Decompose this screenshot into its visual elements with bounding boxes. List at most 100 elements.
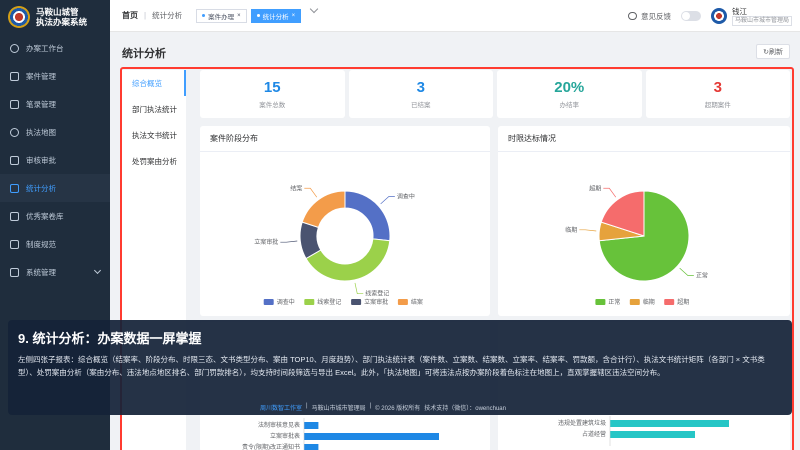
brand: 马鞍山城管 执法办案系统 [0, 0, 110, 34]
sidebar-item[interactable]: 制度规范 [0, 230, 110, 258]
kpi-value: 3 [713, 79, 722, 96]
kpi-label: 超期案件 [704, 102, 731, 109]
app-title-line1: 马鞍山城管 [36, 7, 79, 17]
theme-toggle[interactable] [680, 11, 701, 21]
sidebar-item[interactable]: 优秀案卷库 [0, 202, 110, 230]
legend-label[interactable]: 正常 [608, 298, 620, 306]
bar-label: 立案审批表 [270, 432, 300, 440]
label-line [304, 187, 318, 198]
legend-swatch[interactable] [629, 299, 640, 305]
card-title: 时限达标情况 [498, 126, 790, 152]
pie-slice[interactable] [344, 190, 391, 242]
kpi-label: 办结率 [559, 102, 580, 109]
subnav-overview[interactable]: 综合概览 [122, 70, 186, 96]
page-title: 统计分析 [122, 48, 166, 60]
stage-donut-chart: 调查中线索登记立案审批结案调查中 线索登记 立案审批 结案 [254, 184, 423, 306]
label-line [380, 196, 395, 205]
kpi-value: 20% [554, 79, 585, 96]
legend-swatch[interactable] [351, 299, 362, 305]
tab-label: 案件办理 [208, 13, 235, 21]
label-line [579, 229, 597, 232]
footer: 周川数智工作室 | 马鞍山市城市管理局 | © 2026 版权所有 技术支持（微… [260, 403, 506, 412]
kpi-total-cases: 15 案件总数 [200, 70, 345, 118]
feature-caption-overlay: 9. 统计分析：办案数据一屏掌握 左侧四张子报表：综合概览（结案率、阶段分布、时… [8, 320, 792, 415]
tab-statistics[interactable]: 统计分析 × [250, 8, 302, 23]
sidebar-item[interactable]: 系统管理 [0, 258, 110, 286]
close-icon[interactable]: × [292, 13, 296, 19]
label-line [354, 282, 364, 295]
sidebar-item-label: 案件管理 [26, 71, 56, 81]
label-line [603, 187, 617, 198]
footer-studio[interactable]: 周川数智工作室 [260, 403, 302, 412]
legend-swatch[interactable] [664, 299, 675, 305]
subnav-doc-stats[interactable]: 执法文书统计 [122, 122, 186, 148]
top-header: 首页 | 统计分析 案件办理 × 统计分析 × 意见反馈 钱江 马鞍山市城市管理… [110, 0, 800, 32]
pie-slice[interactable] [301, 190, 346, 228]
map-pin-icon [10, 127, 19, 137]
star-icon [10, 211, 19, 221]
subnav-penalty-cause[interactable]: 处罚案由分析 [122, 148, 186, 174]
sidebar-item[interactable]: 案件管理 [0, 62, 110, 90]
feedback-button[interactable]: 意见反馈 [627, 11, 671, 22]
bar[interactable] [304, 422, 319, 429]
legend-swatch[interactable] [595, 299, 606, 305]
kpi-value: 15 [263, 79, 281, 96]
deadline-card: 时限达标情况 正常 临期 超期 正常 临期 超期 [498, 126, 790, 316]
slice-label: 线索登记 [365, 290, 389, 298]
bar-label: 法制审核意见表 [258, 421, 300, 429]
caption-title: 9. 统计分析：办案数据一屏掌握 [18, 331, 202, 346]
tab-label: 统计分析 [262, 13, 289, 21]
sidebar-item[interactable]: 审核审批 [0, 146, 110, 174]
sidebar-item-label: 审核审批 [26, 155, 56, 165]
sidebar-item[interactable]: 笔录管理 [0, 90, 110, 118]
legend-label[interactable]: 立案审批 [364, 298, 388, 306]
legend-swatch[interactable] [397, 299, 408, 305]
feedback-label: 意见反馈 [640, 11, 671, 21]
legend-label[interactable]: 临期 [643, 298, 655, 306]
breadcrumb-home[interactable]: 首页 [122, 10, 138, 21]
tab-case-handling[interactable]: 案件办理 × [196, 8, 247, 23]
bar[interactable] [304, 444, 319, 450]
refresh-button[interactable]: ↻刷新 [756, 44, 790, 59]
footer-sep: | [369, 403, 372, 409]
sidebar-item-label: 办案工作台 [26, 43, 64, 53]
sidebar-item-label: 系统管理 [26, 267, 56, 277]
legend-label[interactable]: 调查中 [277, 298, 295, 306]
legend-label[interactable]: 线索登记 [317, 298, 341, 306]
dashboard-icon [10, 43, 19, 53]
slice-label: 超期 [589, 184, 601, 192]
slice-label: 立案审批 [254, 238, 278, 246]
bar[interactable] [304, 433, 439, 440]
legend-label[interactable]: 结案 [411, 298, 423, 306]
folder-icon [10, 71, 19, 81]
legend-label[interactable]: 超期 [677, 298, 689, 306]
slice-label: 调查中 [397, 193, 415, 201]
close-icon[interactable]: × [237, 13, 241, 19]
stage-distribution-card: 案件阶段分布 调查中 线索登记 立案审批 结案 调查中 线索登记 立案审批 结案 [200, 126, 490, 316]
bar[interactable] [610, 420, 729, 427]
user-name: 钱江 [731, 6, 747, 16]
bar[interactable] [610, 431, 695, 438]
label-line [280, 240, 298, 243]
avatar [710, 8, 727, 24]
chart-icon [10, 183, 19, 193]
document-icon [10, 99, 19, 109]
slice-label: 正常 [696, 271, 708, 279]
stamp-icon [10, 155, 19, 165]
book-icon [10, 239, 19, 249]
bar-label: 违规处置建筑垃圾 [558, 419, 606, 427]
sidebar-item[interactable]: 统计分析 [0, 174, 110, 202]
kpi-row: 15 案件总数 3 已结案 20% 办结率 3 超期案件 [200, 70, 790, 118]
breadcrumb-current: 统计分析 [152, 11, 183, 20]
footer-sep: | [306, 403, 308, 409]
user-menu[interactable]: 钱江 马鞍山市城市管理局 [710, 6, 792, 26]
legend-swatch[interactable] [263, 299, 274, 305]
kpi-closed-cases: 3 已结案 [348, 70, 493, 118]
sidebar-item[interactable]: 办案工作台 [0, 34, 110, 62]
user-org: 马鞍山市城市管理局 [731, 15, 792, 26]
kpi-label: 已结案 [411, 102, 431, 109]
sidebar-item[interactable]: 执法地图 [0, 118, 110, 146]
legend-swatch[interactable] [304, 299, 315, 305]
subnav-dept-stats[interactable]: 部门执法统计 [122, 96, 186, 122]
chevron-down-icon[interactable] [309, 4, 319, 13]
